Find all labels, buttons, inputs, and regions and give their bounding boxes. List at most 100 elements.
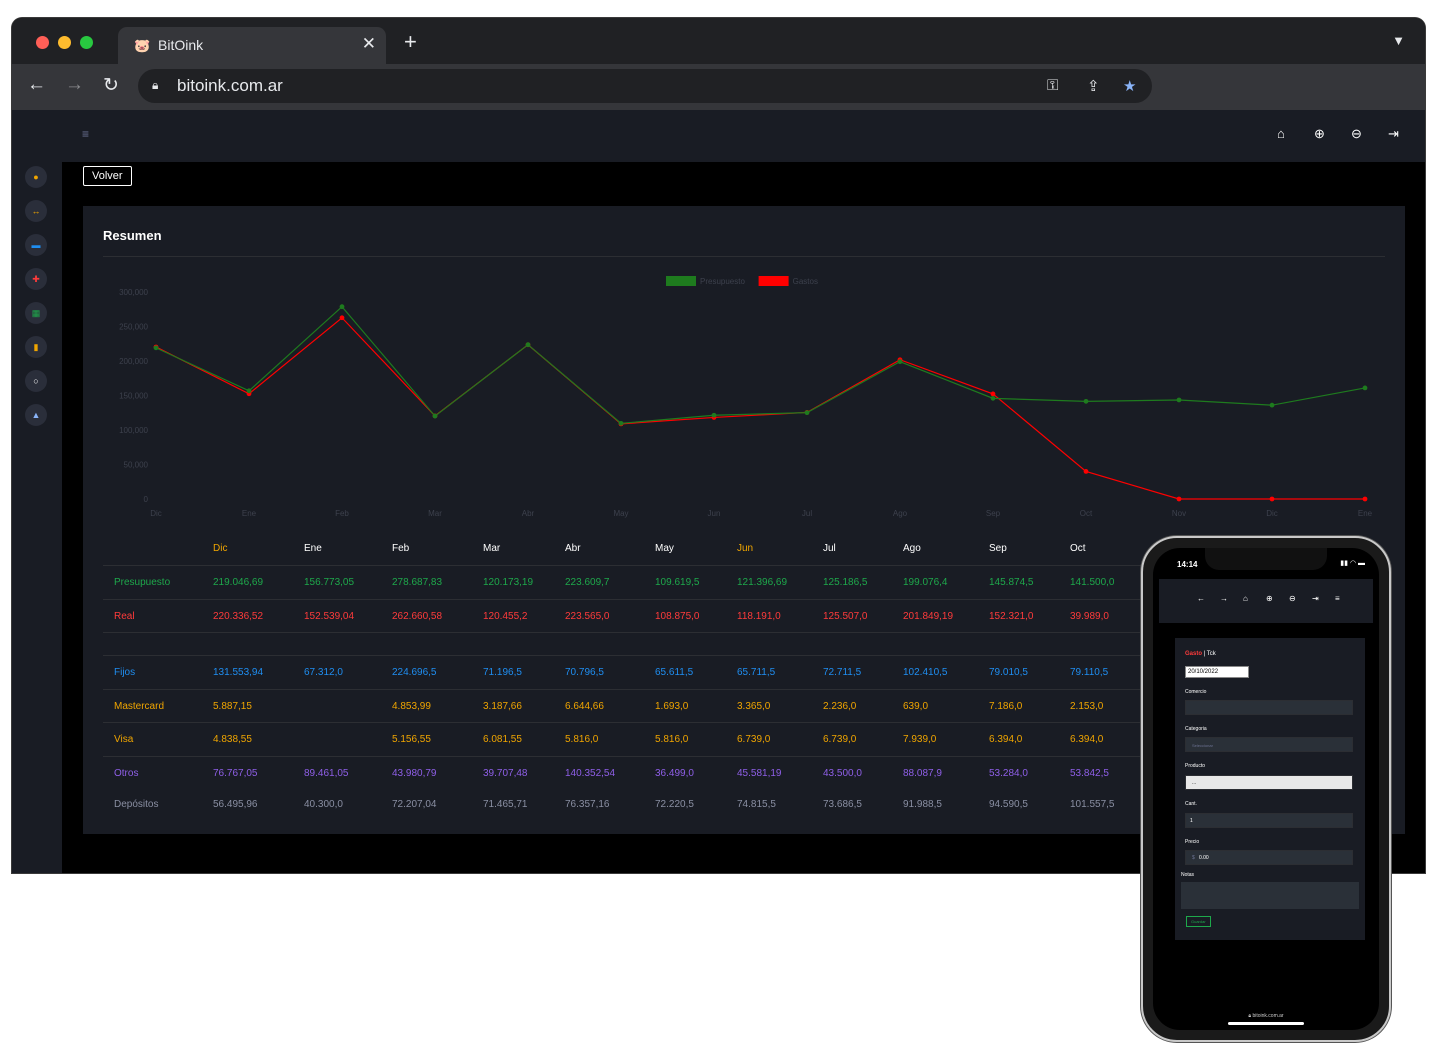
data-point xyxy=(990,391,996,397)
phone-add-income-icon[interactable]: ⊕ xyxy=(1266,594,1273,603)
table-cell: 72.220,5 xyxy=(655,799,694,810)
data-point xyxy=(1083,469,1089,474)
sidebar-money-icon[interactable]: ▦ xyxy=(25,302,47,324)
sidebar-medical-icon[interactable]: ✚ xyxy=(25,268,47,290)
sidebar-car-icon[interactable]: ▲ xyxy=(25,404,47,426)
data-point xyxy=(432,413,438,419)
data-point xyxy=(618,420,624,426)
data-point xyxy=(339,304,345,310)
y-tick-label: 200,000 xyxy=(119,357,148,366)
series-line-gastos xyxy=(155,316,1365,500)
form-title-type: Gasto xyxy=(1185,651,1203,657)
sidebar-lightbulb-icon[interactable]: ● xyxy=(25,166,47,188)
sidebar-settings-icon[interactable]: ○ xyxy=(25,370,47,392)
phone-back-arrow-icon[interactable]: ← xyxy=(1197,594,1205,603)
close-window-button[interactable] xyxy=(36,36,49,49)
form-title-ticket: | Tck xyxy=(1203,651,1216,657)
table-cell: 6.394,0 xyxy=(1070,734,1104,745)
table-cell: 70.796,5 xyxy=(565,667,604,678)
phone-time: 14:14 xyxy=(1177,560,1198,569)
back-button[interactable]: Volver xyxy=(83,166,132,186)
address-bar[interactable]: 🔒︎ bitoink.com.ar ⚿ ⇪ ★ xyxy=(138,69,1152,103)
url-text: bitoink.com.ar xyxy=(177,76,283,95)
table-cell: 91.988,5 xyxy=(903,799,942,810)
table-cell: 73.686,5 xyxy=(823,799,862,810)
table-cell: 219.046,69 xyxy=(213,577,264,588)
notas-textarea[interactable] xyxy=(1181,882,1359,909)
new-tab-icon[interactable]: + xyxy=(404,31,417,53)
chevron-down-icon[interactable]: ▼ xyxy=(1392,33,1405,48)
column-header: Jul xyxy=(823,543,836,554)
back-arrow-icon[interactable]: ← xyxy=(27,74,46,96)
x-tick-label: Jul xyxy=(802,509,812,518)
table-cell: 108.875,0 xyxy=(655,611,700,622)
precio-value: 0.00 xyxy=(1198,855,1209,861)
sidebar-card-icon[interactable]: ▬ xyxy=(25,234,47,256)
precio-label: Precio xyxy=(1185,839,1200,845)
browser-tab[interactable]: 🐷 BitOink ✕ xyxy=(118,27,386,64)
forward-arrow-icon[interactable]: → xyxy=(65,74,84,96)
table-cell: 201.849,19 xyxy=(903,611,954,622)
column-header: Feb xyxy=(392,543,410,554)
home-icon[interactable]: ⌂ xyxy=(1277,126,1285,141)
phone-url: 🔒︎ bitoink.com.ar xyxy=(1248,1013,1284,1019)
categoria-placeholder: Seleccionar xyxy=(1192,743,1213,748)
table-cell: 45.581,19 xyxy=(737,768,782,779)
logout-icon[interactable]: ⇥ xyxy=(1388,126,1399,142)
cant-input[interactable]: 1 xyxy=(1185,813,1353,828)
legend-swatch xyxy=(758,276,789,286)
sidebar: ● ↔ ▬ ✚ ▦ ▮ ○ ▲ xyxy=(12,162,62,873)
table-cell: 220.336,52 xyxy=(213,611,264,622)
phone-logout-icon[interactable]: ⇥ xyxy=(1312,594,1319,603)
table-cell: 76.767,05 xyxy=(213,768,258,779)
sidebar-stats-icon[interactable]: ▮ xyxy=(25,336,47,358)
row-label: Fijos xyxy=(114,667,136,678)
data-point xyxy=(525,342,531,348)
share-icon[interactable]: ⇪ xyxy=(1087,77,1100,95)
tab-title: BitOink xyxy=(158,37,204,53)
add-income-icon[interactable]: ⊕ xyxy=(1314,126,1325,142)
bookmark-star-icon[interactable]: ★ xyxy=(1123,77,1136,95)
table-cell: 43.500,0 xyxy=(823,768,862,779)
data-point xyxy=(1362,496,1368,502)
table-cell: 118.191,0 xyxy=(737,611,781,622)
y-tick-label: 100,000 xyxy=(119,426,148,435)
table-cell: 1.693,0 xyxy=(655,701,689,712)
table-cell: 65.711,5 xyxy=(737,667,776,678)
table-cell: 2.236,0 xyxy=(823,701,857,712)
notas-label: Notas xyxy=(1181,872,1195,878)
sidebar-transfer-icon[interactable]: ↔ xyxy=(25,200,47,222)
minimize-window-button[interactable] xyxy=(58,36,71,49)
phone-menu-icon[interactable]: ≡ xyxy=(1335,594,1340,603)
y-tick-label: 300,000 xyxy=(119,288,148,297)
data-point xyxy=(1176,397,1182,403)
table-cell: 4.838,55 xyxy=(213,734,252,745)
date-input[interactable]: 20/10/2022 xyxy=(1185,666,1249,678)
maximize-window-button[interactable] xyxy=(80,36,93,49)
column-header: Jun xyxy=(737,543,754,554)
precio-input[interactable]: $ 0.00 xyxy=(1185,850,1353,865)
data-point xyxy=(1362,385,1368,391)
table-cell: 39.707,48 xyxy=(483,768,528,779)
save-button[interactable]: Guardar xyxy=(1186,916,1211,927)
table-cell: 4.853,99 xyxy=(392,701,431,712)
close-tab-icon[interactable]: ✕ xyxy=(362,34,376,54)
phone-forward-arrow-icon[interactable]: → xyxy=(1220,594,1228,603)
row-label: Otros xyxy=(114,768,139,779)
comercio-select[interactable] xyxy=(1185,700,1353,715)
add-expense-icon[interactable]: ⊖ xyxy=(1351,126,1362,142)
table-cell: 109.619,5 xyxy=(655,577,700,588)
table-cell: 7.186,0 xyxy=(989,701,1023,712)
phone-home-icon[interactable]: ⌂ xyxy=(1243,594,1248,603)
form-title: Gasto | Tck xyxy=(1185,651,1216,657)
reload-icon[interactable]: ↻ xyxy=(103,74,119,97)
table-cell: 101.557,5 xyxy=(1070,799,1115,810)
table-cell: 36.499,0 xyxy=(655,768,694,779)
key-icon[interactable]: ⚿ xyxy=(1047,77,1058,94)
producto-select[interactable]: ... xyxy=(1185,775,1353,790)
categoria-select[interactable]: Seleccionar xyxy=(1185,737,1353,752)
table-cell: 79.110,5 xyxy=(1070,667,1109,678)
phone-add-expense-icon[interactable]: ⊖ xyxy=(1289,594,1296,603)
table-cell: 94.590,5 xyxy=(989,799,1028,810)
menu-toggle-icon[interactable]: ≡ xyxy=(82,127,89,141)
